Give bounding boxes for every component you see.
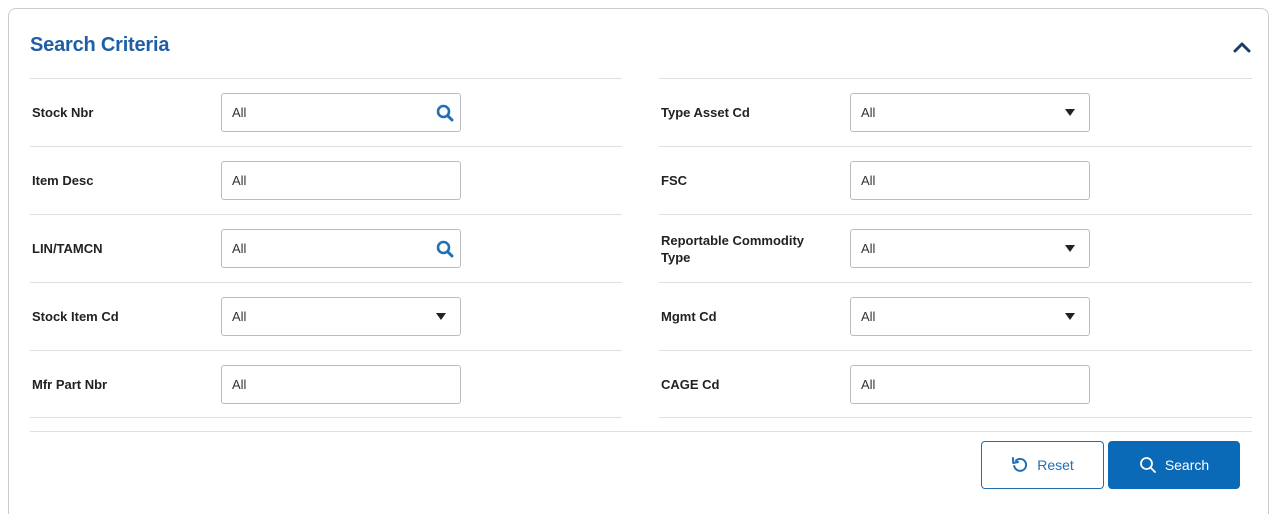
field-label: FSC	[661, 173, 687, 188]
field-row-stock-nbr: Stock Nbr All	[30, 78, 622, 146]
field-value: All	[232, 309, 247, 324]
collapse-button[interactable]	[1229, 37, 1255, 57]
field-value: All	[861, 377, 876, 392]
field-label: LIN/TAMCN	[32, 241, 103, 256]
field-value: All	[232, 173, 247, 188]
field-label: Mgmt Cd	[661, 309, 717, 324]
field-row-mfr-part-nbr: Mfr Part Nbr All	[30, 350, 622, 418]
field-value: All	[232, 377, 247, 392]
lin-tamcn-input[interactable]: All	[221, 229, 461, 268]
item-desc-input[interactable]: All	[221, 161, 461, 200]
search-button[interactable]: Search	[1108, 441, 1240, 489]
cage-cd-input[interactable]: All	[850, 365, 1090, 404]
field-label: Item Desc	[32, 173, 94, 188]
caret-down-icon[interactable]	[1055, 230, 1085, 267]
field-label: Stock Nbr	[32, 105, 94, 120]
field-value: All	[861, 241, 876, 256]
field-label: Reportable Commodity Type	[661, 232, 805, 265]
field-value: All	[232, 105, 247, 120]
panel-title: Search Criteria	[30, 34, 170, 56]
field-value: All	[232, 241, 247, 256]
field-row-fsc: FSC All	[659, 146, 1252, 214]
caret-down-icon[interactable]	[1055, 298, 1085, 335]
field-value: All	[861, 309, 876, 324]
right-column: Type Asset Cd All FSC All Reportable Com…	[659, 78, 1252, 418]
field-label: Mfr Part Nbr	[32, 377, 108, 392]
reset-button[interactable]: Reset	[981, 441, 1104, 489]
search-icon[interactable]	[430, 230, 460, 267]
divider	[30, 431, 1252, 432]
stock-item-cd-select[interactable]: All	[221, 297, 461, 336]
field-label: Type Asset Cd	[661, 105, 750, 120]
stock-nbr-input[interactable]: All	[221, 93, 461, 132]
left-column: Stock Nbr All Item Desc All LIN/TAMCN Al…	[30, 78, 622, 418]
chevron-up-icon	[1233, 42, 1251, 53]
search-icon[interactable]	[430, 94, 460, 131]
field-row-lin-tamcn: LIN/TAMCN All	[30, 214, 622, 282]
type-asset-cd-select[interactable]: All	[850, 93, 1090, 132]
field-row-stock-item-cd: Stock Item Cd All	[30, 282, 622, 350]
field-row-mgmt-cd: Mgmt Cd All	[659, 282, 1252, 350]
mgmt-cd-select[interactable]: All	[850, 297, 1090, 336]
search-icon	[1139, 457, 1156, 473]
field-label: CAGE Cd	[661, 377, 720, 392]
reset-label: Reset	[1037, 457, 1074, 473]
field-value: All	[861, 105, 876, 120]
field-label: Stock Item Cd	[32, 309, 119, 324]
reportable-commodity-type-select[interactable]: All	[850, 229, 1090, 268]
caret-down-icon[interactable]	[426, 298, 456, 335]
search-label: Search	[1164, 457, 1210, 473]
search-criteria-panel: Search Criteria Stock Nbr All Item Desc …	[8, 8, 1269, 514]
field-row-item-desc: Item Desc All	[30, 146, 622, 214]
caret-down-icon[interactable]	[1055, 94, 1085, 131]
field-row-cage-cd: CAGE Cd All	[659, 350, 1252, 418]
field-value: All	[861, 173, 876, 188]
undo-icon	[1012, 457, 1028, 472]
mfr-part-nbr-input[interactable]: All	[221, 365, 461, 404]
fsc-input[interactable]: All	[850, 161, 1090, 200]
field-row-reportable-commodity-type: Reportable Commodity Type All	[659, 214, 1252, 282]
field-row-type-asset-cd: Type Asset Cd All	[659, 78, 1252, 146]
